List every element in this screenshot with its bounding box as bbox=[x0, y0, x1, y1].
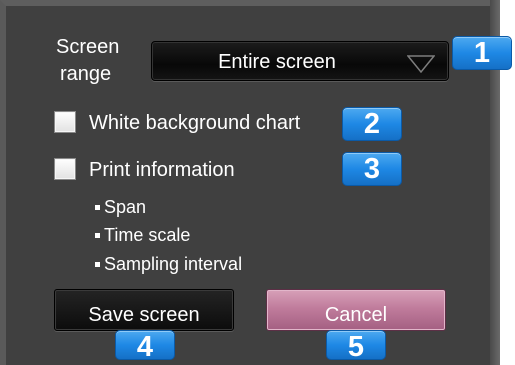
callout-badge-3: 3 bbox=[342, 152, 402, 186]
screen-range-label-line2: range bbox=[60, 63, 112, 85]
white-background-chart-checkbox[interactable] bbox=[54, 111, 76, 133]
bullet-icon bbox=[95, 233, 100, 238]
callout-badge-4: 4 bbox=[115, 330, 175, 362]
print-info-item-time-scale: Time scale bbox=[104, 225, 191, 245]
bullet-icon bbox=[95, 262, 100, 267]
white-background-chart-label: White background chart bbox=[89, 112, 301, 134]
screen-range-label-line1: Screen bbox=[56, 36, 120, 58]
chevron-down-icon bbox=[407, 55, 435, 73]
bullet-icon bbox=[95, 205, 100, 210]
print-information-checkbox[interactable] bbox=[54, 158, 76, 180]
screen-range-selected-value: Entire screen bbox=[218, 51, 336, 73]
callout-badge-2: 2 bbox=[342, 107, 402, 141]
callout-badge-5: 5 bbox=[326, 330, 386, 362]
screen-range-dropdown[interactable]: Entire screen bbox=[151, 41, 449, 81]
print-info-item-span: Span bbox=[104, 197, 147, 217]
print-info-item-sampling-interval: Sampling interval bbox=[104, 254, 243, 274]
save-screen-button[interactable]: Save screen bbox=[54, 289, 234, 331]
cancel-button[interactable]: Cancel bbox=[266, 289, 446, 331]
print-information-label: Print information bbox=[89, 159, 235, 181]
callout-badge-1: 1 bbox=[452, 36, 512, 70]
